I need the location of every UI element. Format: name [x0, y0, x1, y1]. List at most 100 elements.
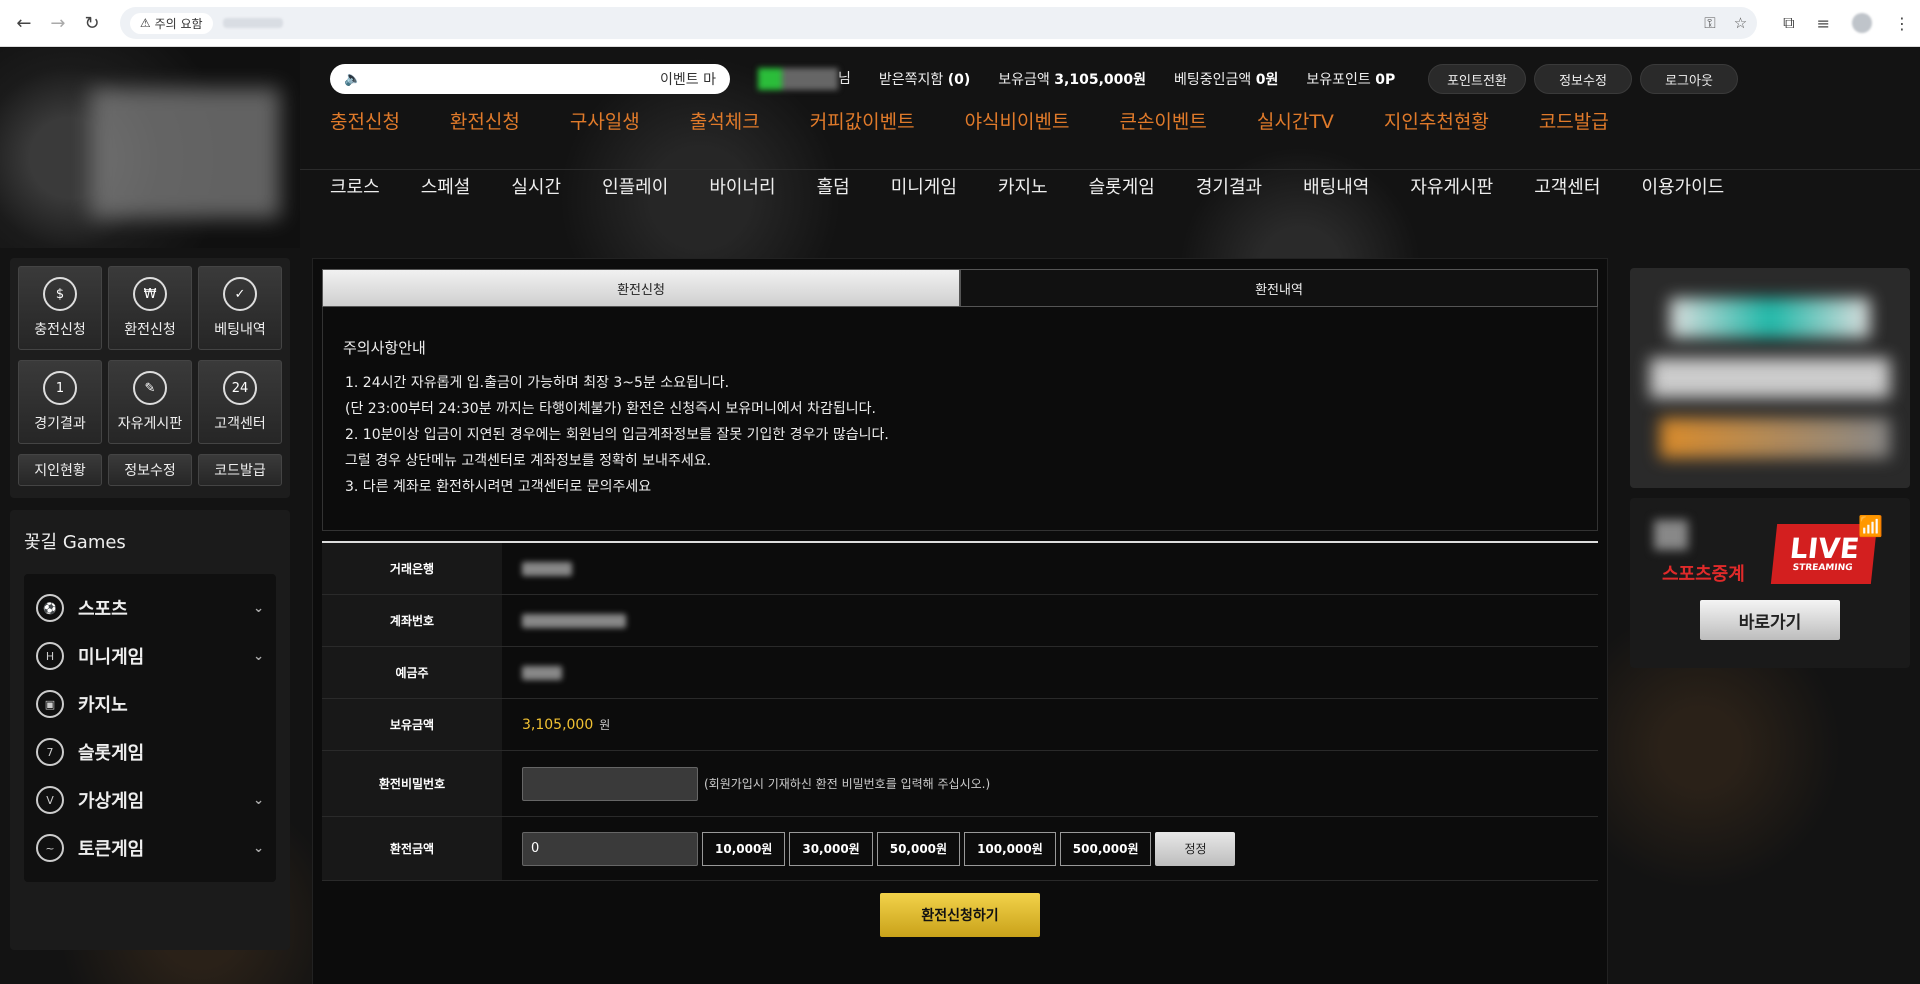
- withdraw-password-input[interactable]: [522, 766, 698, 801]
- account-buttons: 포인트전환 정보수정 로그아웃: [1428, 64, 1738, 94]
- speaker-icon: 🔈: [344, 71, 362, 87]
- game-item-slot[interactable]: 7 슬롯게임: [24, 728, 276, 776]
- forward-icon[interactable]: →: [44, 9, 72, 37]
- promo-banner[interactable]: [1630, 268, 1910, 488]
- slot-icon: 7: [36, 738, 64, 766]
- back-icon[interactable]: ←: [10, 9, 38, 37]
- game-item-minigame[interactable]: H 미니게임 ⌄: [24, 632, 276, 680]
- address-bar[interactable]: ⚠ 주의 요함 ⚿ ☆: [119, 7, 1758, 39]
- shortcut-board[interactable]: ✎ 자유게시판: [108, 360, 192, 444]
- edit-info-button[interactable]: 정보수정: [1534, 64, 1632, 94]
- logout-button[interactable]: 로그아웃: [1640, 64, 1738, 94]
- shortcut-code[interactable]: 코드발급: [198, 454, 282, 486]
- menu-item[interactable]: 슬롯게임: [1089, 173, 1155, 199]
- menu-item[interactable]: 실시간: [511, 173, 561, 199]
- amount-10000-button[interactable]: 10,000원: [702, 831, 786, 866]
- menu-item[interactable]: 코드발급: [1539, 107, 1609, 134]
- form-row-holder: 예금주: [322, 647, 1598, 699]
- menu-item[interactable]: 배팅내역: [1303, 173, 1369, 199]
- menu-item[interactable]: 커피값이벤트: [810, 107, 915, 134]
- menu-item[interactable]: 이용가이드: [1641, 173, 1724, 199]
- amount-50000-button[interactable]: 50,000원: [876, 831, 961, 866]
- shortcut-bet-history[interactable]: ✓ 베팅내역: [198, 266, 282, 350]
- shortcut-results[interactable]: 1 경기결과: [18, 360, 102, 444]
- inbox-link[interactable]: 받은쪽지함 (0): [879, 69, 970, 89]
- amount-100000-button[interactable]: 100,000원: [964, 831, 1056, 866]
- menu-item[interactable]: 출석체크: [690, 107, 760, 134]
- menu-item[interactable]: 고객센터: [1534, 173, 1600, 199]
- game-label: 미니게임: [78, 647, 145, 668]
- amount-reset-button[interactable]: 정정: [1155, 831, 1236, 866]
- menu-item[interactable]: 카지노: [998, 173, 1048, 199]
- username: 님: [758, 68, 851, 90]
- media-icon[interactable]: ≡: [1817, 14, 1830, 33]
- notice-line: (단 23:00부터 24:30분 까지는 타행이체불가) 환전은 신청즉시 보…: [345, 401, 876, 417]
- amount-label: 환전금액: [322, 817, 502, 880]
- menu-item[interactable]: 스페셜: [421, 173, 471, 199]
- balance-label: 보유금액: [998, 72, 1050, 88]
- balance-label: 보유금액: [322, 699, 502, 750]
- shortcut-panel: $ 충전신청 ₩ 환전신청 ✓ 베팅내역 1 경기결과 ✎ 자유게시판 24 고객센터 지인…: [10, 258, 290, 498]
- menu-item[interactable]: 홀덤: [817, 173, 850, 199]
- shortcut-edit-info[interactable]: 정보수정: [108, 454, 192, 486]
- holder-label: 예금주: [322, 647, 502, 698]
- game-item-sports[interactable]: ⚽ 스포츠 ⌄: [24, 584, 276, 632]
- menu-item[interactable]: 바이너리: [709, 173, 775, 199]
- menu-dots-icon[interactable]: ⋮: [1894, 14, 1910, 33]
- security-warning[interactable]: ⚠ 주의 요함: [129, 12, 213, 34]
- shortcut-label: 경기결과: [34, 416, 86, 432]
- game-item-casino[interactable]: ▣ 카지노: [24, 680, 276, 728]
- tab-withdraw-request[interactable]: 환전신청: [322, 269, 960, 307]
- shortcut-label: 고객센터: [214, 416, 266, 432]
- menu-item[interactable]: 미니게임: [891, 173, 957, 199]
- notice-ticker[interactable]: 🔈 이벤트 마: [330, 64, 730, 94]
- shortcut-withdraw[interactable]: ₩ 환전신청: [108, 266, 192, 350]
- key-icon[interactable]: ⚿: [1704, 14, 1715, 32]
- game-item-virtual[interactable]: V 가상게임 ⌄: [24, 776, 276, 824]
- shortcut-deposit[interactable]: $ 충전신청: [18, 266, 102, 350]
- coins-icon: $: [43, 277, 77, 311]
- site: $ 충전신청 ₩ 환전신청 ✓ 베팅내역 1 경기결과 ✎ 자유게시판 24 고객센터 지인…: [0, 48, 1920, 984]
- profile-avatar[interactable]: [1852, 13, 1872, 33]
- bookmark-star-icon[interactable]: ☆: [1734, 14, 1747, 32]
- submit-withdraw-button[interactable]: 환전신청하기: [880, 893, 1040, 937]
- notice-box: 주의사항안내 1. 24시간 자유롭게 입.출금이 가능하며 최장 3~5분 소…: [322, 307, 1598, 531]
- notice-line: 그럴 경우 상단메뉴 고객센터로 계좌정보를 정확히 보내주세요.: [345, 453, 712, 469]
- withdraw-amount-input[interactable]: 0: [522, 831, 698, 866]
- banner-blur-top: [1670, 298, 1870, 338]
- extensions-icon[interactable]: ⧉: [1783, 13, 1794, 33]
- menu-item[interactable]: 크로스: [330, 173, 380, 199]
- menu-item[interactable]: 실시간TV: [1257, 107, 1334, 134]
- game-label: 스포츠: [78, 599, 128, 620]
- banner-blur-bottom: [1660, 418, 1890, 458]
- tab-withdraw-history[interactable]: 환전내역: [960, 269, 1598, 307]
- shortcut-referrals[interactable]: 지인현황: [18, 454, 102, 486]
- banner-blur-middle: [1650, 358, 1890, 398]
- account-label: 계좌번호: [322, 595, 502, 646]
- live-streaming-banner: 스포츠중계 LIVE STREAMING 📶 바로가기: [1630, 498, 1910, 668]
- menu-item[interactable]: 구사일생: [570, 107, 640, 134]
- reload-icon[interactable]: ↻: [78, 9, 106, 37]
- game-item-token[interactable]: ~ 토큰게임 ⌄: [24, 824, 276, 872]
- menu-item[interactable]: 환전신청: [450, 107, 520, 134]
- balance-info: 보유금액 3,105,000원: [998, 69, 1146, 89]
- go-button[interactable]: 바로가기: [1700, 600, 1840, 640]
- site-logo[interactable]: [0, 48, 300, 248]
- account-value: [522, 613, 626, 628]
- menu-item[interactable]: 야식비이벤트: [965, 107, 1070, 134]
- shortcut-support[interactable]: 24 고객센터: [198, 360, 282, 444]
- menu-item[interactable]: 큰손이벤트: [1119, 107, 1206, 134]
- game-label: 카지노: [78, 695, 128, 716]
- form-row-password: 환전비밀번호 (회원가입시 기재하신 환전 비밀번호를 입력해 주십시오.): [322, 751, 1598, 817]
- amount-30000-button[interactable]: 30,000원: [789, 831, 873, 866]
- amount-500000-button[interactable]: 500,000원: [1059, 831, 1152, 866]
- menu-item[interactable]: 인플레이: [602, 173, 668, 199]
- chevron-down-icon: ⌄: [253, 648, 264, 664]
- menu-item[interactable]: 자유게시판: [1410, 173, 1493, 199]
- menu-item[interactable]: 충전신청: [330, 107, 400, 134]
- menu-item[interactable]: 경기결과: [1196, 173, 1262, 199]
- chevron-down-icon: ⌄: [253, 840, 264, 856]
- menu-item[interactable]: 지인추천현황: [1384, 107, 1489, 134]
- virtual-bet-icon: V: [36, 786, 64, 814]
- point-convert-button[interactable]: 포인트전환: [1428, 64, 1526, 94]
